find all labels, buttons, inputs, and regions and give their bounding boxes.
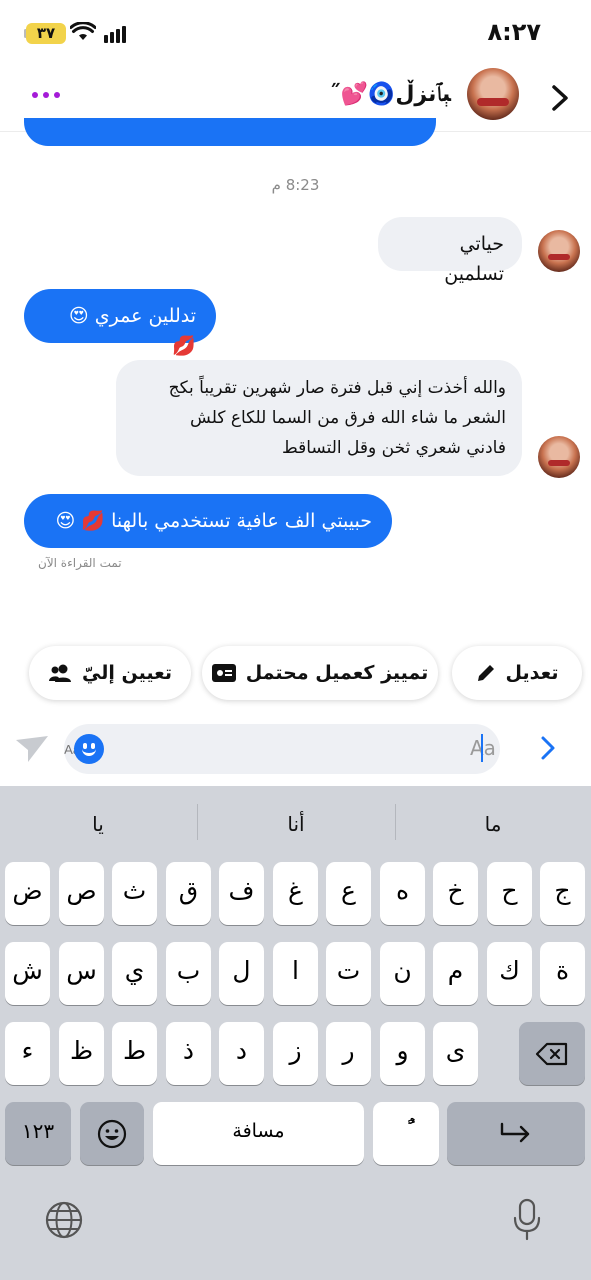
- message-text: تدللين عمري 😍 💋: [68, 305, 196, 357]
- return-key[interactable]: [447, 1102, 585, 1165]
- key[interactable]: ذ: [166, 1022, 211, 1085]
- incoming-message[interactable]: حياتي تسلمين: [378, 217, 522, 285]
- keyboard: ما أنا يا ض ص ث ق ف غ ع ه خ ح ج ش س ي ب …: [0, 786, 591, 1280]
- status-bar: ٣٧ ٨:٢٧: [0, 0, 591, 62]
- key[interactable]: ش: [5, 942, 50, 1005]
- key[interactable]: خ: [433, 862, 478, 925]
- key[interactable]: ج: [540, 862, 585, 925]
- edit-button[interactable]: تعديل: [452, 646, 582, 700]
- message-line: والله أخذت إني قبل فترة صار شهرين تقريبا…: [168, 378, 506, 398]
- key[interactable]: ك: [487, 942, 532, 1005]
- mark-potential-customer-button[interactable]: تمييز كعميل محتمل: [202, 646, 438, 700]
- suggestion[interactable]: أنا: [198, 804, 394, 844]
- key[interactable]: ط: [112, 1022, 157, 1085]
- key[interactable]: ف: [219, 862, 264, 925]
- more-dots-icon[interactable]: [32, 84, 62, 104]
- message-bubble-partial: [24, 118, 436, 146]
- key[interactable]: و: [380, 1022, 425, 1085]
- assign-label: تعيين إليّ: [82, 662, 172, 684]
- numbers-key[interactable]: ١٢٣: [5, 1102, 71, 1165]
- backspace-icon: [535, 1042, 568, 1066]
- key[interactable]: ل: [219, 942, 264, 1005]
- tanween-key[interactable]: ًٌ: [373, 1102, 439, 1165]
- suggestion[interactable]: ما: [395, 804, 591, 844]
- id-card-icon: [211, 664, 236, 682]
- cellular-signal-icon: [104, 26, 126, 43]
- key[interactable]: ر: [326, 1022, 371, 1085]
- message-timestamp: 8:23 م: [271, 176, 320, 194]
- globe-icon[interactable]: [44, 1200, 84, 1240]
- key[interactable]: د: [219, 1022, 264, 1085]
- people-icon: [49, 664, 72, 682]
- key[interactable]: ة: [540, 942, 585, 1005]
- edit-label: تعديل: [505, 662, 559, 684]
- key[interactable]: ن: [380, 942, 425, 1005]
- space-key[interactable]: مسافة: [153, 1102, 364, 1165]
- key[interactable]: س: [59, 942, 104, 1005]
- contact-name[interactable]: ﯧﭑنزڵ🧿💕˝: [330, 82, 451, 107]
- key[interactable]: ه: [380, 862, 425, 925]
- key[interactable]: م: [433, 942, 478, 1005]
- read-receipt: تمت القراءة الآن: [38, 556, 122, 570]
- outgoing-message[interactable]: تدللين عمري 😍 💋: [24, 289, 216, 357]
- emoji-key[interactable]: [80, 1102, 144, 1165]
- key[interactable]: ح: [487, 862, 532, 925]
- key[interactable]: ى: [433, 1022, 478, 1085]
- emoji-icon: [97, 1119, 127, 1149]
- status-time: ٨:٢٧: [487, 18, 541, 46]
- mark-customer-label: تمييز كعميل محتمل: [245, 662, 429, 684]
- message-line: الشعر ما شاء الله فرق من السما للكاع كلش: [190, 408, 506, 428]
- key[interactable]: ا: [273, 942, 318, 1005]
- delete-key[interactable]: [519, 1022, 585, 1085]
- assign-to-me-button[interactable]: تعيين إليّ: [29, 646, 191, 700]
- key[interactable]: ع: [326, 862, 371, 925]
- suggestion-divider: [197, 804, 198, 840]
- battery-indicator: ٣٧: [26, 23, 66, 44]
- pencil-icon: [477, 665, 494, 681]
- wifi-icon: [70, 22, 96, 40]
- text-caret: [481, 734, 483, 762]
- key[interactable]: ث: [112, 862, 157, 925]
- message-text: حبيبتي الف عافية تستخدمي بالهنا 💋 😍: [55, 510, 372, 532]
- send-icon[interactable]: [14, 734, 50, 764]
- sender-avatar: [538, 436, 580, 478]
- key[interactable]: ز: [273, 1022, 318, 1085]
- message-input[interactable]: [64, 724, 500, 774]
- key[interactable]: ض: [5, 862, 50, 925]
- return-icon: [500, 1122, 530, 1143]
- message-text: حياتي تسلمين: [444, 233, 504, 285]
- key[interactable]: ت: [326, 942, 371, 1005]
- suggestion-divider: [395, 804, 396, 840]
- chevron-right-icon[interactable]: [549, 84, 571, 112]
- microphone-icon[interactable]: [512, 1198, 542, 1242]
- incoming-message[interactable]: والله أخذت إني قبل فترة صار شهرين تقريبا…: [116, 360, 522, 476]
- outgoing-message[interactable]: حبيبتي الف عافية تستخدمي بالهنا 💋 😍: [24, 494, 392, 548]
- contact-avatar[interactable]: [467, 68, 519, 120]
- key[interactable]: ي: [112, 942, 157, 1005]
- message-line: فادني شعري ثخن وقل التساقط: [281, 438, 506, 458]
- chevron-right-icon[interactable]: [538, 734, 558, 762]
- key[interactable]: ظ: [59, 1022, 104, 1085]
- key[interactable]: ص: [59, 862, 104, 925]
- key[interactable]: ق: [166, 862, 211, 925]
- key[interactable]: ء: [5, 1022, 50, 1085]
- key[interactable]: غ: [273, 862, 318, 925]
- composer-bar: Aa: [0, 722, 591, 782]
- suggestion[interactable]: يا: [0, 804, 196, 844]
- key[interactable]: ب: [166, 942, 211, 1005]
- sender-avatar: [538, 230, 580, 272]
